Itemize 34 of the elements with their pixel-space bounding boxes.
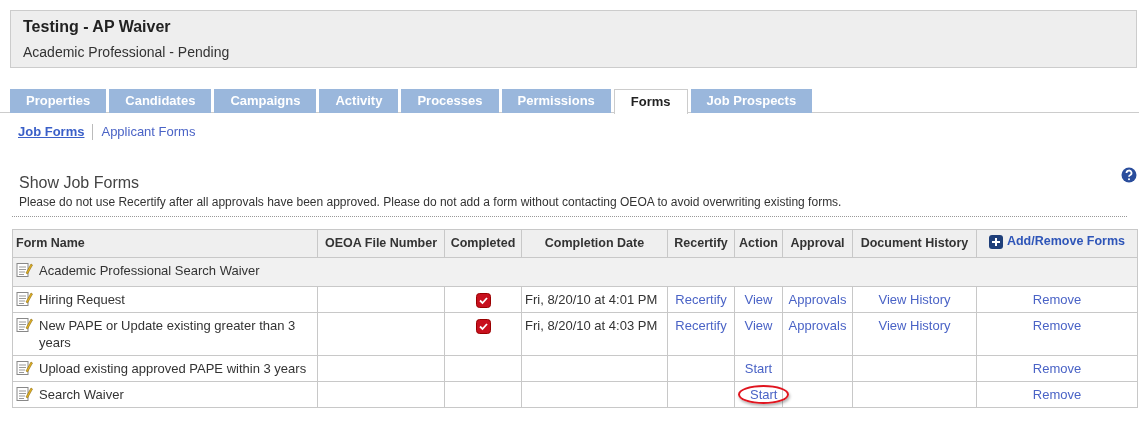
tab[interactable]: Forms [613, 89, 688, 114]
form-group-name: Academic Professional Search Waiver [39, 261, 260, 279]
form-icon [16, 360, 33, 377]
notice-text: Please do not use Recertify after all approvals have been approved. Please do not add a form without contacting OEOA to avoid overwriting existing forms. [18, 194, 843, 210]
form-icon [16, 291, 33, 307]
page-subtitle: Academic Professional - Pending [23, 43, 231, 61]
column-header: Document History [860, 235, 969, 250]
column-header: Completion Date [544, 235, 645, 250]
column-header: Approval [790, 235, 845, 250]
remove-link[interactable]: Remove [1032, 318, 1082, 334]
column-header: OEOA File Number [324, 235, 438, 250]
form-name: New PAPE or Update existing greater than 3 years [39, 317, 297, 352]
form-name: Upload existing approved PAPE within 3 years [39, 360, 307, 378]
remove-link[interactable]: Remove [1032, 361, 1082, 377]
column-header: Form Name [16, 235, 85, 250]
subnav-link[interactable]: Applicant Forms [101, 124, 196, 140]
form-icon [16, 317, 33, 334]
remove-link[interactable]: Remove [1032, 387, 1082, 403]
form-icon [16, 262, 33, 278]
section-title: Show Job Forms [19, 173, 140, 193]
column-header: Action [739, 235, 778, 250]
help-icon[interactable] [1121, 167, 1137, 183]
column-header: Completed [450, 235, 516, 250]
form-name: Hiring Request [39, 291, 125, 308]
completion-date: Fri, 8/20/10 at 4:01 PM [525, 292, 658, 307]
action-link[interactable]: Start [738, 385, 790, 405]
completion-date: Fri, 8/20/10 at 4:03 PM [525, 318, 658, 334]
remove-link[interactable]: Remove [1032, 292, 1082, 307]
column-header: Recertify [674, 235, 728, 250]
form-icon [16, 386, 33, 403]
page-title: Testing - AP Waiver [23, 17, 172, 37]
subnav-link[interactable]: Job Forms [18, 124, 85, 140]
form-name: Search Waiver [39, 386, 124, 404]
plus-icon [988, 234, 1003, 249]
